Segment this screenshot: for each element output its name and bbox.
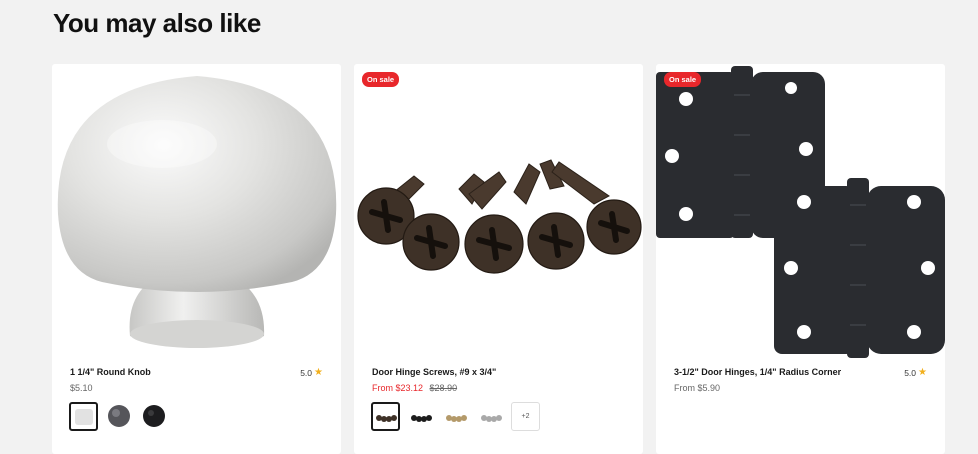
swatch-satin-black[interactable] bbox=[104, 402, 133, 431]
color-swatches: +2 bbox=[371, 402, 540, 431]
product-price: From $23.12 $28.90 bbox=[372, 383, 457, 393]
original-price: $28.90 bbox=[429, 383, 458, 393]
swatch-brushed-nickel[interactable] bbox=[69, 402, 98, 431]
product-title[interactable]: 1 1/4" Round Knob bbox=[70, 367, 151, 377]
swatch-matte-black[interactable] bbox=[139, 402, 168, 431]
product-image-hinge-screws[interactable] bbox=[354, 64, 643, 359]
product-title[interactable]: Door Hinge Screws, #9 x 3/4" bbox=[372, 367, 496, 377]
product-title[interactable]: 3-1/2" Door Hinges, 1/4" Radius Corner bbox=[674, 367, 841, 377]
product-image-round-knob[interactable] bbox=[52, 64, 341, 359]
color-swatches bbox=[69, 402, 168, 431]
more-swatches-button[interactable]: +2 bbox=[511, 402, 540, 431]
star-icon: ★ bbox=[314, 367, 323, 378]
product-price: $5.10 bbox=[70, 383, 93, 393]
swatch-oil-rubbed-bronze[interactable] bbox=[371, 402, 400, 431]
section-title: You may also like bbox=[53, 8, 261, 38]
star-icon: ★ bbox=[918, 367, 927, 378]
sale-price: From $23.12 bbox=[372, 383, 424, 393]
swatch-brass[interactable] bbox=[441, 402, 470, 431]
on-sale-badge: On sale bbox=[362, 72, 400, 87]
swatch-black[interactable] bbox=[406, 402, 435, 431]
product-image-door-hinges[interactable] bbox=[656, 64, 945, 359]
rating-value: 5.0 bbox=[904, 367, 917, 378]
product-card-door-hinges[interactable]: On sale 3-1/2" Door Hinges, 1/4" Radius … bbox=[656, 64, 945, 454]
product-card-hinge-screws[interactable]: On sale Door Hinge Screws, #9 x 3/4" Fro… bbox=[354, 64, 643, 454]
swatch-satin-nickel[interactable] bbox=[476, 402, 505, 431]
product-rating: 5.0 ★ bbox=[904, 367, 927, 378]
on-sale-badge: On sale bbox=[664, 72, 702, 87]
product-price: From $5.90 bbox=[674, 383, 721, 393]
product-rating: 5.0 ★ bbox=[300, 367, 323, 378]
product-card-round-knob[interactable]: 1 1/4" Round Knob 5.0 ★ $5.10 bbox=[52, 64, 341, 454]
rating-value: 5.0 bbox=[300, 367, 313, 378]
